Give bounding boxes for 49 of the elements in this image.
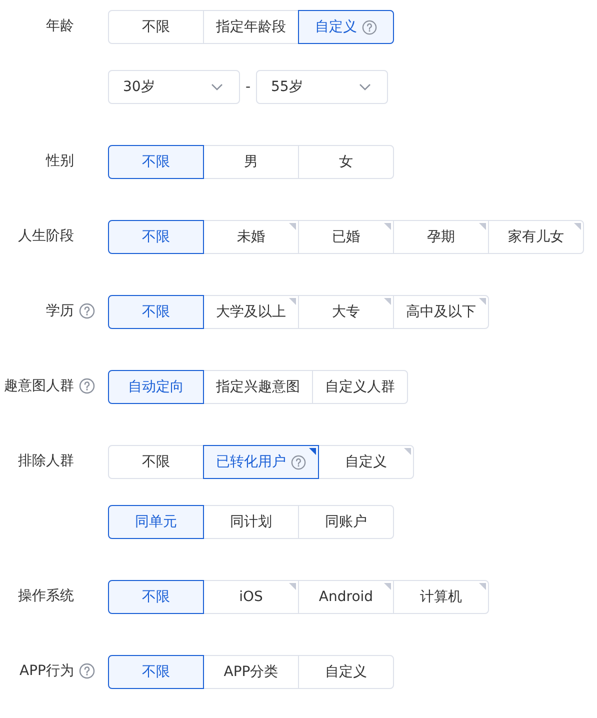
chevron-down-icon — [359, 83, 371, 91]
age-select[interactable]: 30岁 — [108, 70, 240, 104]
option-button[interactable]: 不限 — [108, 445, 204, 479]
range-separator: - — [244, 79, 252, 95]
option-button[interactable]: 指定兴趣意图 — [203, 370, 313, 404]
option-button[interactable]: 不限 — [108, 295, 204, 329]
chevron-down-icon — [211, 83, 223, 91]
option-button[interactable]: 自定义 — [298, 10, 394, 44]
option-button[interactable]: 大学及以上 — [203, 295, 299, 329]
option-button[interactable]: 自定义 — [318, 445, 414, 479]
option-button[interactable]: 已婚 — [298, 220, 394, 254]
option-button[interactable]: 未婚 — [203, 220, 299, 254]
field-label: 性别 — [44, 152, 74, 170]
option-button[interactable]: 自定义 — [298, 655, 394, 689]
option-button[interactable]: 不限 — [108, 10, 204, 44]
field-label: 学历 — [45, 302, 74, 320]
option-button[interactable]: 大专 — [298, 295, 394, 329]
option-button[interactable]: 指定年龄段 — [203, 10, 299, 44]
option-button[interactable]: 自定义人群 — [312, 370, 408, 404]
option-button[interactable]: 女 — [298, 145, 394, 179]
option-button[interactable]: 不限 — [108, 145, 204, 179]
option-button[interactable]: 孕期 — [393, 220, 489, 254]
option-button[interactable]: APP分类 — [203, 655, 299, 689]
option-button[interactable]: 高中及以下 — [393, 295, 489, 329]
option-button[interactable]: 计算机 — [393, 580, 489, 614]
help-icon[interactable] — [291, 454, 306, 470]
option-button[interactable]: 不限 — [108, 655, 204, 689]
help-icon[interactable] — [362, 20, 377, 34]
option-button[interactable]: 同单元 — [108, 505, 204, 539]
option-button[interactable]: 男 — [203, 145, 299, 179]
age-select[interactable]: 55岁 — [256, 70, 388, 104]
option-button[interactable]: 家有儿女 — [488, 220, 584, 254]
field-label: 排除人群 — [17, 452, 74, 470]
field-label: 操作系统 — [17, 587, 74, 605]
help-icon[interactable] — [79, 303, 95, 319]
option-button[interactable]: Android — [298, 580, 394, 614]
option-button[interactable]: 不限 — [108, 220, 204, 254]
help-icon[interactable] — [79, 663, 95, 679]
help-icon[interactable] — [79, 378, 95, 394]
field-label: 趣意图人群 — [3, 377, 74, 395]
option-button[interactable]: 同账户 — [298, 505, 394, 539]
option-button[interactable]: 不限 — [108, 580, 204, 614]
field-label: 年龄 — [45, 17, 74, 35]
option-button[interactable]: 自动定向 — [108, 370, 204, 404]
field-label: APP行为 — [18, 662, 74, 680]
option-button[interactable]: 已转化用户 — [203, 445, 319, 479]
field-label: 人生阶段 — [17, 227, 74, 245]
option-button[interactable]: iOS — [203, 580, 299, 614]
option-button[interactable]: 同计划 — [203, 505, 299, 539]
